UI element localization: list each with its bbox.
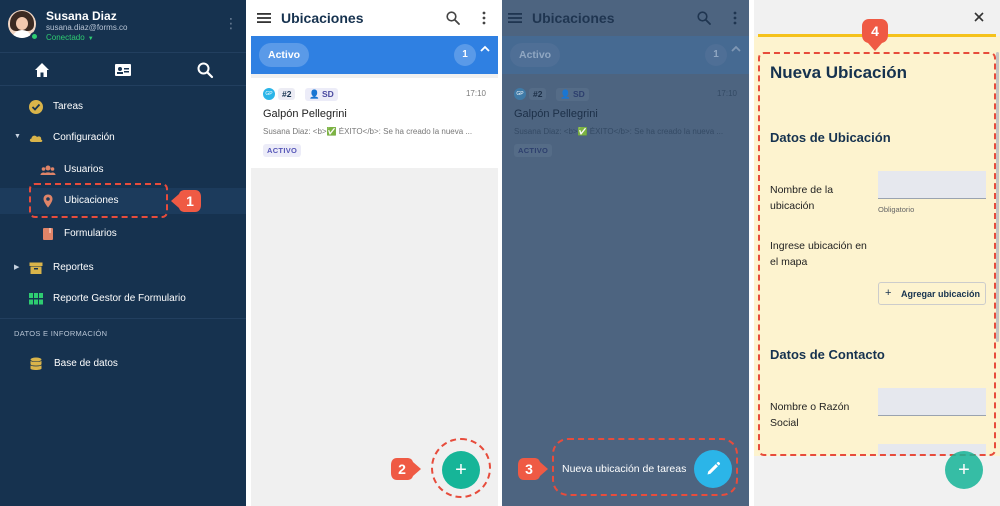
assignee-initials: SD	[321, 89, 334, 99]
sidebar-item-formularios[interactable]: Formularios	[0, 221, 246, 247]
item-number: #2	[278, 88, 296, 100]
sidebar-panel: Susana Diaz susana.diaz@forms.co Conecta…	[0, 0, 246, 506]
item-time: 17:10	[716, 89, 737, 98]
assignee-badge: 👤 SD	[305, 88, 338, 101]
svg-text:3: 3	[525, 461, 533, 477]
sidebar-item-configuracion[interactable]: ▼ Configuración	[0, 125, 246, 151]
highlight-box	[758, 52, 996, 456]
svg-text:1: 1	[186, 193, 194, 209]
expand-right-icon: ▶	[14, 264, 20, 271]
chevron-up-icon	[731, 45, 741, 52]
highlight-box	[29, 183, 168, 218]
group-count: 1	[705, 44, 727, 66]
group-header-activo: Activo 1	[502, 36, 749, 74]
check-circle-icon	[29, 100, 43, 114]
list-item[interactable]: GP #2 👤 SD 17:10 Galpón Pellegrini Susan…	[251, 78, 498, 168]
cloud-icon	[29, 135, 43, 142]
group-count: 1	[454, 44, 476, 66]
sidebar-item-label: Tareas	[53, 101, 84, 112]
sidebar-item-label: Configuración	[53, 132, 115, 143]
page-title: Ubicaciones	[281, 10, 364, 26]
list-panel-overlay: Ubicaciones Activo 1 GP #2 👤 SD 17:10 Ga…	[502, 0, 749, 506]
chevron-up-icon[interactable]	[479, 44, 491, 54]
user-profile[interactable]: Susana Diaz susana.diaz@forms.co Conecta…	[8, 8, 238, 44]
status-badge: ACTIVO	[263, 144, 302, 157]
user-icon: 👤	[309, 89, 322, 99]
sidebar-item-label: Usuarios	[64, 164, 104, 175]
fab-menu-label[interactable]: Nueva ubicación de tareas	[562, 463, 686, 475]
group-label: Activo	[510, 43, 561, 67]
pencil-icon	[707, 461, 721, 475]
close-icon[interactable]	[972, 10, 986, 24]
search-icon	[697, 11, 711, 25]
menu-icon	[508, 13, 522, 23]
step-badge-3: 3	[518, 458, 548, 480]
users-icon	[40, 165, 56, 175]
contact-card-icon[interactable]	[113, 60, 133, 80]
scrollbar[interactable]	[996, 52, 999, 342]
caret-down-icon: ▼	[87, 36, 94, 42]
app-bar: Ubicaciones	[251, 0, 498, 36]
expand-down-icon: ▼	[14, 133, 21, 140]
item-name: Galpón Pellegrini	[263, 108, 347, 120]
menu-icon[interactable]	[257, 11, 271, 25]
sidebar-item-reportes[interactable]: ▶ Reportes	[0, 255, 246, 281]
search-icon[interactable]	[445, 10, 461, 26]
tutorial-composite: Susana Diaz susana.diaz@forms.co Conecta…	[0, 0, 1000, 506]
svg-text:4: 4	[871, 23, 879, 39]
group-header-activo[interactable]: Activo 1	[251, 36, 498, 74]
database-icon	[30, 357, 42, 370]
sidebar-item-reporte-gestor[interactable]: Reporte Gestor de Formulario	[0, 286, 246, 312]
sidebar-item-label: Reportes	[53, 262, 94, 273]
step-badge-1: 1	[171, 190, 201, 212]
app-bar: Ubicaciones	[502, 0, 749, 36]
book-icon	[43, 228, 53, 240]
list-panel: Ubicaciones Activo 1 GP #2 👤 SD 17:10 Ga…	[251, 0, 498, 506]
add-button[interactable]: +	[945, 451, 983, 489]
add-button[interactable]: +	[442, 451, 480, 489]
sidebar-quick-icons	[0, 52, 246, 86]
item-description: Susana Diaz: <b>✅ ÉXITO</b>: Se ha cread…	[263, 127, 473, 136]
section-label: DATOS E INFORMACIÓN	[14, 329, 108, 338]
list-item: GP #2 👤 SD 17:10 Galpón Pellegrini Susan…	[502, 78, 749, 168]
sidebar-divider	[0, 318, 246, 319]
sidebar-item-tareas[interactable]: Tareas	[0, 94, 246, 120]
search-icon[interactable]	[195, 60, 215, 80]
sidebar-item-base-de-datos[interactable]: Base de datos	[0, 351, 246, 377]
new-location-button[interactable]	[694, 450, 732, 488]
avatar: GP	[514, 88, 526, 100]
more-vertical-icon[interactable]	[479, 10, 489, 26]
svg-text:2: 2	[398, 461, 406, 477]
item-time: 17:10	[465, 89, 486, 98]
sidebar-item-label: Base de datos	[54, 358, 118, 369]
user-email: susana.diaz@forms.co	[46, 23, 128, 32]
item-number: #2	[529, 88, 547, 100]
page-title: Ubicaciones	[532, 10, 615, 26]
item-description: Susana Diaz: <b>✅ ÉXITO</b>: Se ha cread…	[514, 127, 724, 136]
more-vertical-icon	[733, 11, 737, 25]
grid-icon	[29, 293, 43, 305]
archive-icon	[29, 262, 43, 274]
assignee-badge: 👤 SD	[556, 88, 589, 101]
user-status-label: Conectado	[46, 33, 85, 42]
sidebar-item-usuarios[interactable]: Usuarios	[0, 157, 246, 183]
step-badge-2: 2	[391, 458, 421, 480]
form-panel: Nueva Ubicación Datos de Ubicación Nombr…	[754, 0, 1000, 506]
assignee-initials: SD	[572, 89, 585, 99]
group-label: Activo	[259, 43, 310, 67]
sidebar-item-label: Formularios	[64, 228, 117, 239]
user-icon: 👤	[560, 89, 573, 99]
item-name: Galpón Pellegrini	[514, 108, 598, 120]
more-vertical-icon[interactable]: ⋮	[224, 14, 238, 32]
user-status[interactable]: Conectado ▼	[46, 33, 94, 42]
user-name: Susana Diaz	[46, 9, 117, 23]
online-status-dot	[30, 32, 39, 41]
avatar: GP	[263, 88, 275, 100]
step-badge-4: 4	[862, 19, 888, 51]
status-badge: ACTIVO	[514, 144, 553, 157]
sidebar-item-label: Reporte Gestor de Formulario	[53, 293, 186, 304]
home-icon[interactable]	[32, 60, 52, 80]
